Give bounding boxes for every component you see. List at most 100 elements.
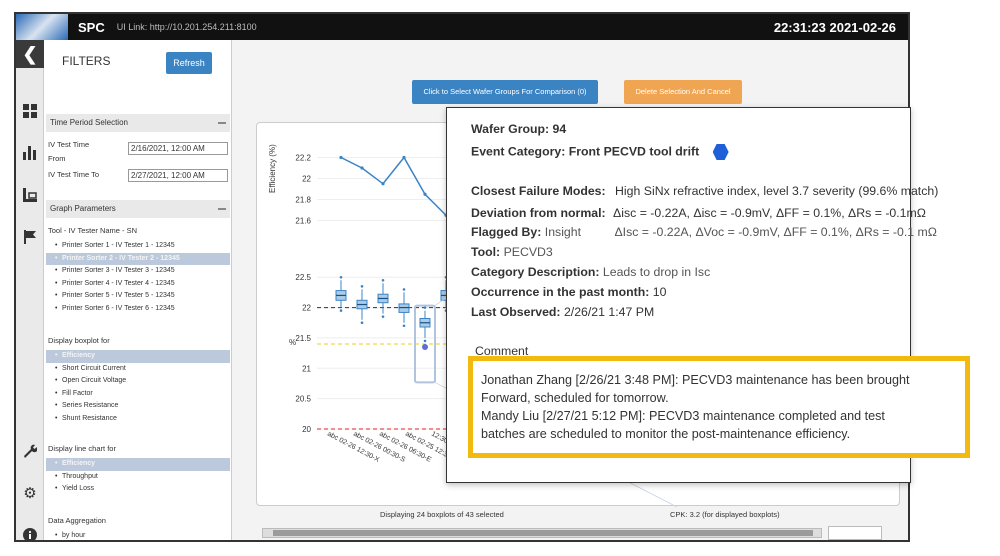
last-observed-label: Last Observed: [471,305,561,319]
y-tick-label: 21.8 [295,196,311,205]
closest-failure-label: Closest Failure Modes: [471,184,606,198]
y-tick-label: 21 [302,364,311,373]
top-bar: SPC UI Link: http://10.201.254.211:8100 … [16,14,908,40]
closest-failure-row: Closest Failure Modes: High SiNx refract… [471,184,938,198]
event-category-row: Event Category: Front PECVD tool drift [471,144,729,160]
flagged-label: Flagged By: [471,225,542,239]
boxplot-outlier [381,278,385,282]
highlight-point [422,344,428,351]
ui-link[interactable]: UI Link: http://10.201.254.211:8100 [117,22,257,32]
flagged-row: Flagged By: Insight ΔIsc = -0.22A, ΔVoc … [471,225,937,239]
category-desc-label: Category Description: [471,265,600,279]
boxplot-label: Display boxplot for [48,336,110,345]
comment-line: Jonathan Zhang [2/26/21 3:48 PM]: PECVD3… [481,373,910,387]
y-tick-label: 20.5 [295,395,311,404]
list-item[interactable]: Open Circuit Voltage [46,375,230,388]
report-chart-icon[interactable] [22,188,38,204]
time-period-title: Time Period Selection [50,118,128,127]
y-tick-label: 22 [302,304,311,313]
collapse-icon[interactable] [218,122,226,124]
cpk-value: CPK: 3.2 (for displayed boxplots) [670,510,780,519]
list-item[interactable]: Fill Factor [46,388,230,401]
list-item[interactable]: Shunt Resistance [46,413,230,426]
aggregation-label: Data Aggregation [48,516,106,525]
y-tick-label: 20 [302,425,311,434]
list-item[interactable]: Printer Sorter 2 - IV Tester 2 - 12345 [46,252,230,265]
list-item[interactable]: Throughput [46,471,230,484]
collapse-icon[interactable] [218,208,226,210]
tool-label: Tool: [471,245,501,259]
boxplot-outlier [423,306,427,309]
last-observed-value: 2/26/21 1:47 PM [563,305,655,319]
aggregation-list: by hour [46,530,230,540]
wrench-icon[interactable] [22,444,38,460]
list-item[interactable]: Printer Sorter 1 - IV Tester 1 - 12345 [46,240,230,253]
boxplot-outlier [402,288,406,291]
list-item[interactable]: Short Circuit Current [46,363,230,376]
list-item[interactable]: Yield Loss [46,483,230,496]
filters-panel: FILTERS Refresh Time Period Selection IV… [44,40,232,540]
boxplot-outlier [360,285,364,288]
from-date-input[interactable]: 2/16/2021, 12:00 AM [128,142,228,155]
last-observed-row: Last Observed: 2/26/21 1:47 PM [471,305,654,319]
horizontal-scrollbar[interactable] [262,528,822,538]
tool-row: Tool: PECVD3 [471,245,553,259]
deviation-value: Δisc = -0.22A, Δisc = -0.9mV, ΔFF = 0.1%… [613,206,926,220]
wafer-group-value: 94 [552,122,567,136]
flag-icon[interactable] [22,230,38,246]
refresh-button[interactable]: Refresh [166,52,212,74]
to-label: IV Test Time To [48,170,99,179]
bar-chart-icon[interactable] [22,146,38,162]
graph-params-title: Graph Parameters [50,204,116,213]
list-item[interactable]: Series Resistance [46,400,230,413]
line-point [423,192,427,196]
list-item[interactable]: Efficiency [46,350,230,363]
to-date-input[interactable]: 2/27/2021, 12:00 AM [128,169,228,182]
line-point [402,155,406,160]
boxplot-outlier [360,321,364,325]
scrollbar-thumb[interactable] [273,530,813,536]
time-period-header[interactable]: Time Period Selection [46,114,230,132]
event-category-label: Event Category: [471,144,566,159]
graph-params-header[interactable]: Graph Parameters [46,200,230,218]
gear-icon[interactable]: ⚙ [22,486,38,502]
comment-line: Forward, scheduled for tomorrow. [481,391,669,405]
list-item[interactable]: Efficiency [46,458,230,471]
boxplot-outlier [339,309,343,312]
flagged-value: Insight [544,225,582,239]
tool-value: PECVD3 [503,245,553,259]
flagged-detail: ΔIsc = -0.22A, ΔVoc = -0.9mV, ΔFF = 0.1%… [614,225,937,239]
list-item[interactable]: Printer Sorter 3 - IV Tester 3 - 12345 [46,265,230,278]
collapse-sidebar-icon[interactable]: ❮ [16,40,44,68]
deviation-label: Deviation from normal: [471,206,606,220]
wafer-group-label: Wafer Group: [471,122,550,136]
app-name: SPC [78,19,105,35]
info-icon[interactable] [22,528,38,540]
deviation-row: Deviation from normal: Δisc = -0.22A, Δi… [471,206,926,220]
y-tick-label: 22 [302,175,311,184]
line-point [360,166,364,170]
list-item[interactable]: Printer Sorter 6 - IV Tester 6 - 12345 [46,303,230,316]
boxplot-count: Displaying 24 boxplots of 43 selected [380,510,504,519]
boxplot-outlier [339,275,343,279]
from-label-2: From [48,154,66,163]
event-category-value: Front PECVD tool drift [568,144,700,159]
list-item[interactable]: Printer Sorter 4 - IV Tester 4 - 12345 [46,278,230,291]
occurrence-value: 10 [652,285,667,299]
filters-title: FILTERS [62,54,111,68]
list-item[interactable]: by hour [46,530,230,540]
select-wafer-groups-button[interactable]: Click to Select Wafer Groups For Compari… [412,80,598,104]
linechart-list: Efficiency Throughput Yield Loss [46,458,230,496]
page-control[interactable] [828,526,882,540]
clock: 22:31:23 2021-02-26 [773,19,896,35]
comment-line: batches are scheduled to monitor the pos… [481,427,851,441]
list-item[interactable]: Printer Sorter 5 - IV Tester 5 - 12345 [46,290,230,303]
y-tick-label: 22.2 [295,154,311,163]
category-desc-row: Category Description: Leads to drop in I… [471,265,710,279]
boxplot-outlier [381,315,385,318]
y-tick-label: 21.5 [295,334,311,343]
y-tick-label: 21.6 [295,217,311,226]
category-desc-value: Leads to drop in Isc [602,265,711,279]
delete-selection-button[interactable]: Delete Selection And Cancel [624,80,742,104]
dashboard-icon[interactable] [22,104,38,120]
